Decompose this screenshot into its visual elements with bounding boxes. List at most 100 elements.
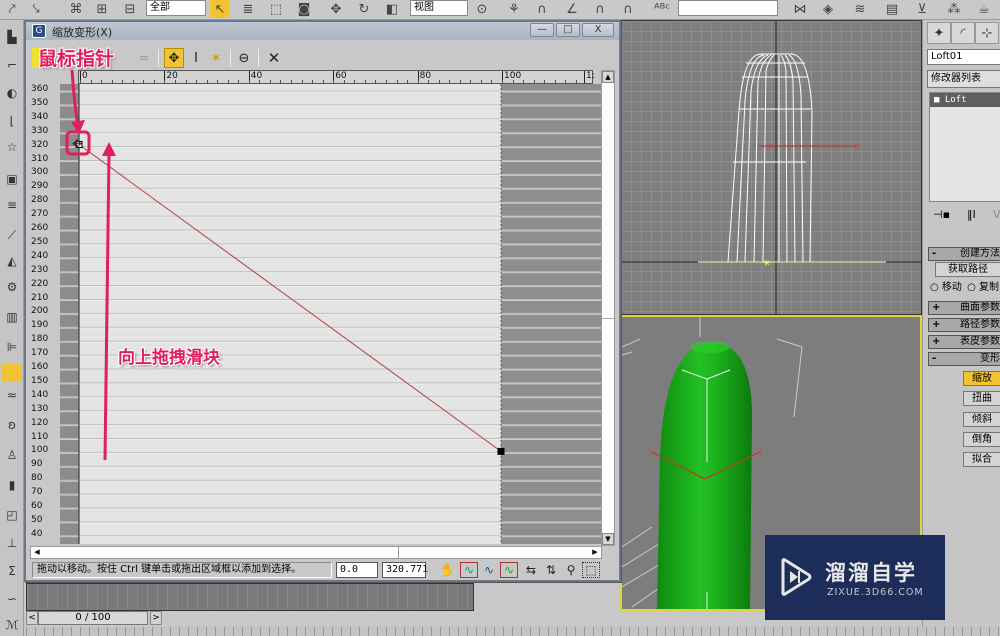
align-icon[interactable]: ◈ xyxy=(818,0,838,18)
deform-teeter-button[interactable]: 倾斜 xyxy=(963,412,1000,427)
mirror-icon[interactable]: ⋈ xyxy=(790,0,810,18)
viewport-front[interactable]: × × ✳ xyxy=(620,20,922,315)
select-hierarchy-icon[interactable]: ⊞ xyxy=(92,0,112,18)
lathe-icon[interactable]: ◭ xyxy=(2,252,22,270)
deform-fit-button[interactable]: 拟合 xyxy=(963,452,1000,467)
insert-corner-point-icon[interactable]: ✶ xyxy=(206,48,226,68)
select-and-scale-icon[interactable]: ◧ xyxy=(382,0,402,18)
pin-stack-icon[interactable]: ⊣▪ xyxy=(933,208,950,221)
rollout-surface-params[interactable]: + 曲面参数 xyxy=(928,301,1000,315)
select-object-icon[interactable]: ↖ xyxy=(210,0,230,18)
reference-coordinate-dropdown[interactable]: 视图 xyxy=(410,0,468,16)
zoom-horizontal-extents-icon[interactable]: ∿ xyxy=(480,562,498,578)
radio-copy[interactable]: ○ 复制 xyxy=(967,282,999,293)
spinner-snap-icon[interactable]: ∩ xyxy=(618,0,638,18)
bind-space-warp-icon[interactable]: ⌘ xyxy=(66,0,86,18)
modifier-stack-item[interactable]: ■ Loft xyxy=(930,93,1000,107)
time-slider-thumb[interactable]: 0 / 100 xyxy=(38,611,148,625)
show-end-result-icon[interactable]: ‖Ι xyxy=(967,208,976,221)
modify-tab-icon[interactable]: ◜ xyxy=(951,22,975,44)
material-editor-icon[interactable]: ⁂ xyxy=(944,0,964,18)
window-crossing-icon[interactable]: ◙ xyxy=(294,0,314,18)
deformation-curve-graph[interactable] xyxy=(60,84,601,544)
select-and-rotate-icon[interactable]: ↻ xyxy=(354,0,374,18)
scroll-down-arrow[interactable]: ▼ xyxy=(602,533,614,545)
tripod-icon[interactable]: ⊥ xyxy=(2,534,22,552)
maxscript-icon[interactable]: ℳ xyxy=(2,616,22,634)
manipulate-icon[interactable]: ⚘ xyxy=(504,0,524,18)
track-bar[interactable] xyxy=(26,627,1000,636)
modifier-list-dropdown[interactable]: 修改器列表 xyxy=(927,70,1000,88)
bend-icon[interactable]: ⌊ xyxy=(2,112,22,130)
scale-control-point-icon[interactable]: I xyxy=(186,48,206,68)
vertical-scrollbar[interactable]: ▲ ▼ xyxy=(601,70,615,546)
percent-snap-icon[interactable]: ∩ xyxy=(590,0,610,18)
make-symmetrical-icon[interactable]: ≈ xyxy=(134,48,154,68)
spring-icon[interactable]: ≡ xyxy=(2,196,22,214)
cloth-icon[interactable]: ∽ xyxy=(2,590,22,608)
tube-icon[interactable]: ⟋ xyxy=(2,226,22,244)
close-button[interactable]: X xyxy=(582,23,614,37)
gear-icon[interactable]: ⚙ xyxy=(2,278,22,296)
pivot-center-icon[interactable]: ⊙ xyxy=(472,0,492,18)
scroll-thumb-horizontal[interactable] xyxy=(45,547,399,558)
snap-toggle-icon[interactable]: ∩ xyxy=(532,0,552,18)
barcode-icon[interactable]: ▥ xyxy=(2,308,22,326)
save-icon[interactable]: ▣ xyxy=(2,170,22,188)
unlink-icon[interactable]: ⤥ xyxy=(26,0,46,18)
modifier-icon[interactable]: ⌐ xyxy=(2,56,22,74)
rollout-path-params[interactable]: + 路径参数 xyxy=(928,318,1000,332)
camera-icon[interactable]: ◰ xyxy=(2,506,22,524)
book-icon[interactable]: ▮ xyxy=(2,476,22,494)
select-hierarchy-2-icon[interactable]: ⊟ xyxy=(120,0,140,18)
viewport-left-bottom[interactable] xyxy=(26,583,474,611)
zoom-icon[interactable]: ⚲ xyxy=(562,562,580,578)
render-setup-icon[interactable]: ☕ xyxy=(974,0,994,18)
delete-control-point-lock-icon[interactable]: ⊖ xyxy=(234,48,254,68)
zoom-region-icon[interactable]: ⬚ xyxy=(582,562,600,578)
maximize-button[interactable]: □ xyxy=(556,23,580,37)
schematic-view-icon[interactable]: ⊻ xyxy=(912,0,932,18)
minimize-button[interactable]: — xyxy=(530,23,554,37)
move-control-point-icon[interactable]: ✥ xyxy=(164,48,184,68)
deform-twist-button[interactable]: 扭曲 xyxy=(963,391,1000,406)
make-unique-icon[interactable]: V xyxy=(993,208,1000,221)
dialog-titlebar[interactable]: G 缩放变形(X) — □ X xyxy=(26,22,619,40)
scroll-thumb[interactable] xyxy=(602,83,614,319)
zoom-horizontal-icon[interactable]: ⇆ xyxy=(522,562,540,578)
get-path-button[interactable]: 获取路径 xyxy=(935,262,1000,277)
layer-manager-icon[interactable]: ≋ xyxy=(850,0,870,18)
hair-icon[interactable]: Ʃ xyxy=(2,562,22,580)
sphere-icon[interactable]: ◐ xyxy=(2,84,22,102)
named-selection-icon[interactable]: ᴬᴮᶜ xyxy=(652,0,672,18)
rollout-deformations[interactable]: - 变形 xyxy=(928,352,1000,366)
deform-scale-button[interactable]: 缩放 xyxy=(963,371,1000,386)
zoom-extents-icon[interactable]: ∿ xyxy=(460,562,478,578)
ear-icon[interactable]: ʚ xyxy=(2,416,22,434)
x-value-field[interactable]: 0.0 xyxy=(336,562,378,578)
select-and-move-icon[interactable]: ✥ xyxy=(326,0,346,18)
star-icon[interactable]: ☆ xyxy=(2,138,22,156)
deform-bevel-button[interactable]: 倒角 xyxy=(963,432,1000,447)
scroll-right-arrow[interactable]: ▶ xyxy=(589,547,601,558)
link-icon[interactable]: ⤤ xyxy=(2,0,22,18)
stairs-icon[interactable]: ⊫ xyxy=(2,338,22,356)
zoom-vertical-extents-icon[interactable]: ∿ xyxy=(500,562,518,578)
select-by-name-icon[interactable]: ≣ xyxy=(238,0,258,18)
create-box-icon[interactable]: ▙ xyxy=(2,28,22,46)
angle-snap-icon[interactable]: ∠ xyxy=(562,0,582,18)
next-frame-button[interactable]: > xyxy=(150,611,162,625)
selection-filter-dropdown[interactable]: 全部 xyxy=(146,0,206,16)
create-tab-icon[interactable]: ✦ xyxy=(927,22,951,44)
pan-icon[interactable]: ✋ xyxy=(438,562,456,578)
scroll-left-arrow[interactable]: ◀ xyxy=(31,547,43,558)
rollout-creation-method[interactable]: - 创建方法 xyxy=(928,247,1000,261)
named-selection-field[interactable] xyxy=(678,0,778,16)
highlight-tool-icon[interactable] xyxy=(2,364,22,382)
scroll-up-arrow[interactable]: ▲ xyxy=(602,71,614,83)
horizontal-scrollbar[interactable]: ◀ ▶ xyxy=(30,546,602,559)
curve-editor-icon[interactable]: ▤ xyxy=(882,0,902,18)
rectangular-selection-icon[interactable]: ⬚ xyxy=(266,0,286,18)
hierarchy-tab-icon[interactable]: ⊹ xyxy=(975,22,999,44)
figure-icon[interactable]: ♙ xyxy=(2,446,22,464)
